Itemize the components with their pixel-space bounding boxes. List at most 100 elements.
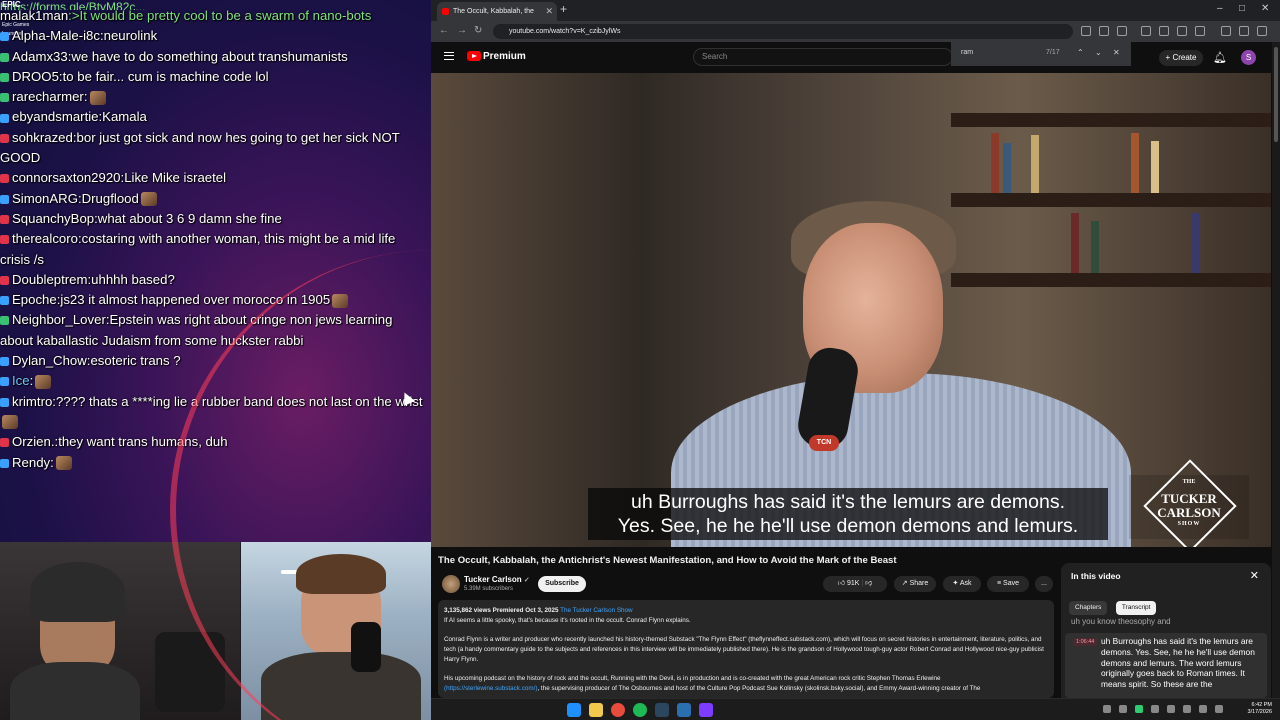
chat-message: Alpha-Male-i8c:neurolink <box>0 26 429 46</box>
minimize-icon[interactable]: – <box>1217 3 1223 14</box>
chat-username[interactable]: therealcoro <box>12 231 78 246</box>
find-query[interactable]: ram <box>961 49 973 56</box>
chat-username[interactable]: Alpha-Male-i8c <box>12 28 100 43</box>
tab-youtube-video[interactable]: The Occult, Kabbalah, the ✕ <box>437 2 557 21</box>
video-player[interactable]: TCN uh Burroughs has said it's the lemur… <box>431 73 1271 547</box>
chat-badge-icon <box>0 377 9 387</box>
chat-separator: : <box>50 454 54 470</box>
chat-emote-icon <box>2 415 18 430</box>
back-icon[interactable]: ← <box>439 25 449 36</box>
chat-username[interactable]: Orzien. <box>12 434 55 449</box>
maximize-icon[interactable]: □ <box>1239 3 1245 14</box>
chat-username[interactable]: connorsaxton2920 <box>12 170 121 185</box>
chat-username[interactable]: krimtro <box>12 394 52 409</box>
chat-text: what about 3 6 9 damn she fine <box>97 210 282 226</box>
tab-chapters[interactable]: Chapters <box>1069 601 1108 615</box>
close-window-icon[interactable]: ✕ <box>1261 3 1269 14</box>
file-explorer-icon[interactable] <box>589 703 603 717</box>
video-description[interactable]: 3,135,862 views Premiered Oct 3, 2025 Th… <box>438 600 1054 698</box>
app-icon[interactable] <box>677 703 691 717</box>
channel-avatar[interactable] <box>442 575 460 593</box>
install-app-icon[interactable] <box>1081 26 1091 36</box>
tray-app-icon-3[interactable] <box>1151 705 1159 713</box>
bookmark-star-icon[interactable] <box>1117 26 1127 36</box>
transcript-segment-active[interactable]: 1:06:44 uh Burroughs has said it's the l… <box>1065 633 1267 698</box>
chrome-menu-icon[interactable] <box>1257 26 1267 36</box>
url-text: youtube.com/watch?v=K_czibJylWs <box>509 28 621 35</box>
chrome-icon[interactable] <box>611 703 625 717</box>
find-close-icon[interactable]: ✕ <box>1113 48 1120 57</box>
obs-icon[interactable] <box>699 703 713 717</box>
youtube-premium-label[interactable]: Premium <box>483 51 526 62</box>
chat-username[interactable]: ebyandsmartie <box>12 109 99 124</box>
url-bar[interactable]: youtube.com/watch?v=K_czibJylWs <box>493 24 1073 39</box>
chat-username[interactable]: Epoche <box>12 292 57 307</box>
extensions-puzzle-icon[interactable] <box>1177 26 1187 36</box>
hamburger-menu-icon[interactable] <box>444 52 454 60</box>
chat-username[interactable]: Adamx33 <box>12 49 68 64</box>
chat-username[interactable]: Rendy <box>12 455 50 470</box>
chat-message: Orzien.:they want trans humans, duh <box>0 432 429 452</box>
tray-app-icon-4[interactable] <box>1167 705 1175 713</box>
chat-username[interactable]: Neighbor_Lover <box>12 312 106 327</box>
extension-icon-2[interactable] <box>1159 26 1169 36</box>
find-prev-icon[interactable]: ⌃ <box>1077 48 1084 57</box>
tray-chevron-icon[interactable] <box>1103 705 1111 713</box>
chat-username[interactable]: DROO5 <box>12 69 59 84</box>
chat-username[interactable]: SquanchyBop <box>12 211 94 226</box>
desc-link[interactable]: (https://sterlewine.substack.com/) <box>444 685 537 692</box>
share-button[interactable]: ↗ Share <box>894 576 936 592</box>
steam-icon[interactable] <box>655 703 669 717</box>
subscribe-button[interactable]: Subscribe <box>538 576 586 592</box>
chat-username[interactable]: malak1man <box>0 8 68 23</box>
save-button[interactable]: ≡ Save <box>987 576 1029 592</box>
like-button[interactable]: 👍︎ 91K <box>838 580 860 587</box>
youtube-logo-icon[interactable] <box>467 51 481 61</box>
account-avatar[interactable]: S <box>1241 50 1256 65</box>
ask-button[interactable]: ✦ Ask <box>943 576 981 592</box>
transcript-prev-line[interactable]: uh you know theosophy and <box>1071 617 1171 626</box>
tray-app-icon[interactable] <box>1119 705 1127 713</box>
network-icon[interactable] <box>1199 705 1207 713</box>
tab-transcript[interactable]: Transcript <box>1115 601 1157 615</box>
dislike-button[interactable]: 👎︎ <box>865 580 872 587</box>
sidebar-icon[interactable] <box>1195 26 1205 36</box>
chat-username[interactable]: sohkrazed <box>12 130 73 145</box>
chat-badge-icon <box>0 194 9 204</box>
extension-icon[interactable] <box>1141 26 1151 36</box>
like-dislike-group: 👍︎ 91K | 👎︎ <box>823 576 887 592</box>
chat-username[interactable]: SimonARG <box>12 191 78 206</box>
volume-icon[interactable] <box>1215 705 1223 713</box>
scrollbar-thumb[interactable] <box>1274 47 1278 142</box>
profile-icon[interactable] <box>1239 26 1249 36</box>
search-input[interactable]: Search <box>693 48 953 66</box>
tab-close-icon[interactable]: ✕ <box>545 2 553 21</box>
chat-username[interactable]: Ice <box>12 373 30 388</box>
spotify-icon[interactable] <box>633 703 647 717</box>
chat-username[interactable]: Dylan_Chow <box>12 353 87 368</box>
forward-icon[interactable]: → <box>457 25 467 36</box>
create-button[interactable]: + Create <box>1159 50 1203 66</box>
reload-icon[interactable]: ↻ <box>474 25 482 36</box>
panel-close-icon[interactable]: ✕ <box>1250 569 1259 582</box>
chat-username[interactable]: Doubleptrem <box>12 272 88 287</box>
desc-channel-link[interactable]: The Tucker Carlson Show <box>560 607 632 614</box>
tray-app-icon-5[interactable] <box>1183 705 1191 713</box>
start-windows-icon[interactable] <box>567 703 581 717</box>
new-tab-button[interactable]: + <box>560 2 567 16</box>
channel-name[interactable]: Tucker Carlson ✓ <box>464 575 530 584</box>
page-scrollbar[interactable] <box>1272 42 1280 698</box>
chat-text: we have to do something about transhuman… <box>71 48 348 64</box>
chat-username[interactable]: rarecharmer <box>12 89 84 104</box>
lens-icon[interactable] <box>1099 26 1109 36</box>
notifications-bell-icon[interactable]: 🔔︎ <box>1213 51 1227 64</box>
webcam-left <box>0 542 240 720</box>
downloads-icon[interactable] <box>1221 26 1231 36</box>
chat-message: Adamx33:we have to do something about tr… <box>0 47 429 67</box>
tray-app-icon-2[interactable] <box>1135 705 1143 713</box>
more-actions-button[interactable]: ... <box>1035 576 1053 592</box>
in-this-video-panel: In this video ✕ Chapters Transcript uh y… <box>1061 563 1271 698</box>
find-next-icon[interactable]: ⌄ <box>1095 48 1102 57</box>
taskbar-clock[interactable]: 6:42 PM 3/17/2026 <box>1248 702 1272 716</box>
caption-line-2: Yes. See, he he he'll use demon demons a… <box>617 515 1079 537</box>
